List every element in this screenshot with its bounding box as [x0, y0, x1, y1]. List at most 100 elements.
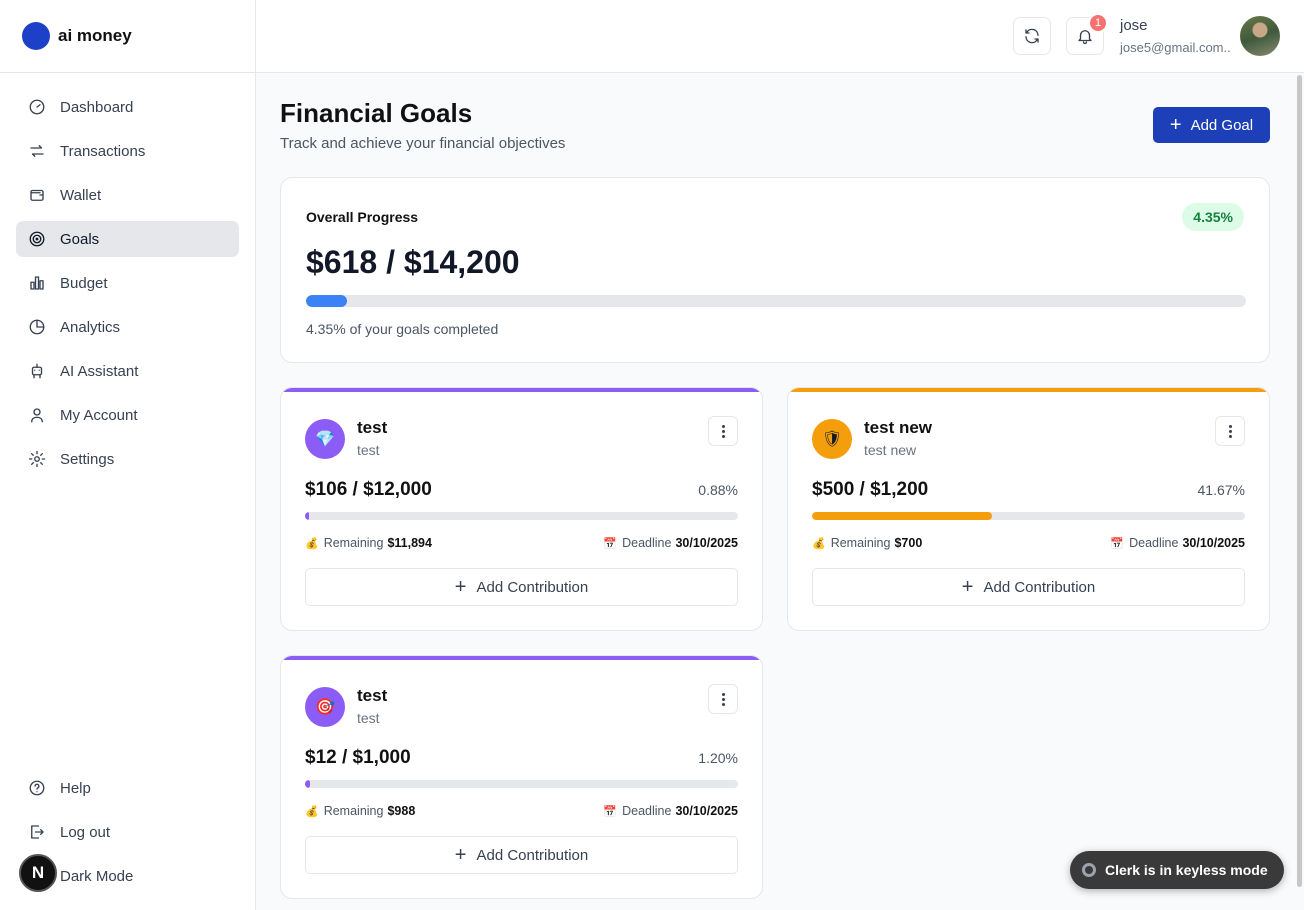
- goal-description: test new: [864, 442, 917, 458]
- remaining-label: Remaining: [323, 536, 384, 550]
- add-contribution-label: Add Contribution: [476, 578, 589, 596]
- plus-icon: +: [961, 576, 974, 598]
- goal-percent: 0.88%: [698, 482, 738, 498]
- deadline-label: Deadline: [622, 804, 672, 818]
- overall-caption: 4.35% of your goals completed: [306, 321, 499, 337]
- sidebar-nav: Dashboard Transactions Wallet Goals Budg…: [0, 73, 255, 501]
- wallet-icon: [30, 189, 44, 201]
- dartboard-icon: 🎯: [305, 687, 345, 727]
- goal-deadline: 📅 Deadline 30/10/2025: [603, 536, 738, 550]
- add-contribution-label: Add Contribution: [476, 846, 589, 864]
- refresh-button[interactable]: [1013, 17, 1051, 55]
- goal-card: 🛡 test new test new $500 / $1,200 41.67%…: [787, 387, 1270, 631]
- overall-percent-badge: 4.35%: [1182, 203, 1244, 231]
- scrollbar[interactable]: [1297, 75, 1302, 887]
- deadline-value: 30/10/2025: [675, 536, 738, 550]
- add-goal-button[interactable]: + Add Goal: [1153, 107, 1270, 143]
- goal-menu-button[interactable]: [708, 416, 738, 446]
- sidebar-item-label: Wallet: [60, 186, 102, 204]
- goal-menu-button[interactable]: [1215, 416, 1245, 446]
- goal-amount: $500 / $1,200: [812, 479, 929, 500]
- sidebar-item-logout[interactable]: Log out: [16, 814, 239, 850]
- calendar-icon: 📅: [603, 537, 618, 550]
- goal-progress-bar: [305, 780, 738, 788]
- add-contribution-button[interactable]: + Add Contribution: [305, 836, 738, 874]
- goal-color-strip: [281, 656, 762, 660]
- sidebar-item-label: Analytics: [60, 318, 121, 336]
- goal-amount: $106 / $12,000: [305, 479, 432, 500]
- overall-progress-fill: [306, 295, 347, 307]
- money-bag-icon: 💰: [812, 537, 826, 550]
- remaining-value: $700: [894, 536, 923, 550]
- overall-amount: $618 / $14,200: [306, 244, 520, 280]
- add-goal-label: Add Goal: [1190, 116, 1254, 134]
- sidebar-item-label: AI Assistant: [60, 362, 139, 380]
- goal-remaining: 💰 Remaining $988: [305, 804, 415, 818]
- sidebar-item-label: Transactions: [60, 142, 146, 160]
- user-icon: [31, 408, 43, 423]
- sidebar-item-label: My Account: [60, 406, 138, 424]
- deadline-label: Deadline: [1129, 536, 1179, 550]
- sidebar-item-transactions[interactable]: Transactions: [16, 133, 239, 169]
- clerk-icon: [1082, 863, 1096, 877]
- topbar: 1 jose jose5@gmail.com..: [256, 0, 1304, 73]
- remaining-value: $988: [387, 804, 416, 818]
- goal-amount: $12 / $1,000: [305, 747, 411, 768]
- notification-badge: 1: [1088, 13, 1108, 33]
- goal-name: test: [357, 686, 388, 705]
- page-title: Financial Goals: [280, 98, 473, 128]
- sidebar-item-label: Dark Mode: [60, 867, 134, 885]
- deadline-value: 30/10/2025: [1182, 536, 1245, 550]
- deadline-label: Deadline: [622, 536, 672, 550]
- sidebar-item-wallet[interactable]: Wallet: [16, 177, 239, 213]
- remaining-value: $11,894: [387, 536, 432, 550]
- avatar[interactable]: [1240, 16, 1280, 56]
- sidebar-item-label: Dashboard: [60, 98, 134, 116]
- add-contribution-button[interactable]: + Add Contribution: [305, 568, 738, 606]
- calendar-icon: 📅: [603, 805, 618, 818]
- sidebar-item-goals[interactable]: Goals: [16, 221, 239, 257]
- sidebar-item-dashboard[interactable]: Dashboard: [16, 89, 239, 125]
- money-bag-icon: 💰: [305, 805, 319, 818]
- pie-chart-icon: [29, 319, 45, 335]
- goal-progress-fill: [812, 512, 993, 520]
- sidebar-item-label: Goals: [60, 230, 100, 248]
- toast-text: Clerk is in keyless mode: [1105, 862, 1268, 878]
- shield-icon: 🛡: [812, 419, 852, 459]
- goal-card: 💎 test test $106 / $12,000 0.88% 💰 Remai…: [280, 387, 763, 631]
- sidebar-item-ai-assistant[interactable]: AI Assistant: [16, 353, 239, 389]
- sidebar-item-analytics[interactable]: Analytics: [16, 309, 239, 345]
- remaining-label: Remaining: [830, 536, 891, 550]
- sidebar: ai money Dashboard Transactions Wallet G…: [0, 0, 256, 910]
- goal-deadline: 📅 Deadline 30/10/2025: [603, 804, 738, 818]
- plus-icon: +: [1169, 114, 1182, 136]
- sidebar-item-label: Log out: [60, 823, 111, 841]
- money-bag-icon: 💰: [305, 537, 319, 550]
- brand[interactable]: ai money: [0, 0, 255, 73]
- sidebar-item-my-account[interactable]: My Account: [16, 397, 239, 433]
- sidebar-item-budget[interactable]: Budget: [16, 265, 239, 301]
- brand-name: ai money: [58, 26, 132, 45]
- add-contribution-label: Add Contribution: [983, 578, 1096, 596]
- clerk-keyless-toast[interactable]: Clerk is in keyless mode: [1070, 851, 1284, 889]
- goal-description: test: [357, 710, 380, 726]
- goal-menu-button[interactable]: [708, 684, 738, 714]
- deadline-value: 30/10/2025: [675, 804, 738, 818]
- goal-color-strip: [788, 388, 1269, 392]
- bar-chart-icon: [30, 276, 44, 290]
- brand-logo: [22, 22, 50, 50]
- dark-mode-toggle[interactable]: N: [19, 854, 57, 892]
- sidebar-item-settings[interactable]: Settings: [16, 441, 239, 477]
- goal-progress-fill: [305, 780, 311, 788]
- plus-icon: +: [454, 576, 467, 598]
- sidebar-item-help[interactable]: Help: [16, 770, 239, 806]
- logout-icon: [31, 825, 44, 839]
- arrows-exchange-icon: [30, 145, 44, 157]
- gauge-icon: [29, 99, 45, 115]
- add-contribution-button[interactable]: + Add Contribution: [812, 568, 1245, 606]
- goal-card: 🎯 test test $12 / $1,000 1.20% 💰 Remaini…: [280, 655, 763, 899]
- goal-progress-bar: [305, 512, 738, 520]
- refresh-icon: [1025, 28, 1039, 44]
- user-name[interactable]: jose: [1120, 17, 1148, 34]
- goal-remaining: 💰 Remaining $11,894: [305, 536, 432, 550]
